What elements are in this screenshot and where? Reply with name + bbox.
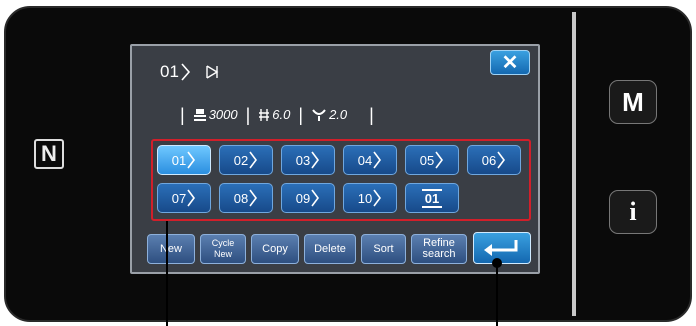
pattern-shape-icon [311,151,320,169]
stitch-pitch-icon [259,108,270,121]
close-button[interactable]: ✕ [490,50,530,75]
pattern-number: 05 [419,152,435,168]
refine-label-2: search [422,248,456,260]
pattern-number: 08 [233,190,249,206]
pattern-number: 01 [171,152,187,168]
refine-search-button[interactable]: Refine search [411,234,467,264]
info-button-label: i [629,197,637,226]
cycle-new-label-1: Cycle [211,238,235,248]
pattern-label: 06 [482,151,506,169]
separator: | [298,104,304,125]
delete-button-label: Delete [314,242,346,255]
pattern-number: 07 [171,190,187,206]
tension-value: 2.0 [329,107,348,122]
pattern-number: 06 [481,152,497,168]
cycle-pattern-number: 01 [424,190,440,206]
pattern-label: 04 [358,151,382,169]
pattern-shape-icon [497,151,506,169]
enter-button[interactable] [473,232,531,264]
pattern-number: 09 [295,190,311,206]
current-pattern: 01 [160,62,191,82]
pattern-label: 08 [234,189,258,207]
pattern-button-10[interactable]: 10 [343,183,397,213]
enter-icon [484,240,518,256]
pattern-shape-icon [373,189,382,207]
pitch-value: 6.0 [272,107,291,122]
pattern-button-01[interactable]: 01 [157,145,211,175]
cycle-new-button[interactable]: Cycle New [200,234,246,264]
pattern-button-02[interactable]: 02 [219,145,273,175]
current-pattern-number: 01 [160,62,179,81]
pattern-button-09[interactable]: 09 [281,183,335,213]
pattern-shape-icon [181,63,190,81]
new-button[interactable]: New [147,234,195,264]
cycle-pattern-label: 01 [421,188,443,208]
pattern-shape-icon [373,151,382,169]
pattern-button-04[interactable]: 04 [343,145,397,175]
pattern-number: 02 [233,152,249,168]
separator: | [369,104,374,125]
pattern-shape-icon [311,189,320,207]
tension-param: 2.0 [311,107,347,122]
pattern-shape-icon [187,151,196,169]
callout-line-enter [496,262,498,326]
nfc-label: N [41,141,57,166]
pattern-number: 10 [357,190,373,206]
bezel-divider [572,12,576,316]
copy-button[interactable]: Copy [251,234,299,264]
separator: | [180,104,185,125]
pattern-number: 04 [357,152,373,168]
pattern-shape-icon [249,189,258,207]
pattern-shape-icon [435,151,444,169]
separator: | [245,104,251,125]
delete-button[interactable]: Delete [304,234,356,264]
bartack-icon [206,65,219,79]
pattern-button-06[interactable]: 06 [467,145,521,175]
pattern-button-07[interactable]: 07 [157,183,211,213]
pattern-button-08[interactable]: 08 [219,183,273,213]
sewing-speed-icon [193,108,206,121]
pattern-number: 03 [295,152,311,168]
pattern-label: 02 [234,151,258,169]
new-button-label: New [159,242,182,255]
pattern-label: 05 [420,151,444,169]
sort-button[interactable]: Sort [361,234,406,264]
pattern-parameters: | 3000 | 6.0 | 2.0 | [180,104,374,125]
pattern-button-05[interactable]: 05 [405,145,459,175]
pattern-shape-icon [187,189,196,207]
callout-line-grid [166,221,168,326]
pattern-label: 10 [358,189,382,207]
thread-tension-icon [312,108,326,121]
pattern-label: 07 [172,189,196,207]
speed-param: 3000 [193,107,238,122]
sort-button-label: Sort [373,242,394,255]
pattern-shape-icon [249,151,258,169]
pattern-label: 01 [172,151,196,169]
pattern-label: 09 [296,189,320,207]
pitch-param: 6.0 [258,107,290,122]
copy-button-label: Copy [262,242,288,255]
nfc-icon: N [34,139,64,169]
callout-dot-enter [492,258,502,268]
speed-value: 3000 [208,107,238,122]
mode-button-label: M [622,86,644,117]
info-button[interactable]: i [609,190,657,234]
current-pattern-header: 01 [160,62,219,82]
close-icon: ✕ [501,52,519,74]
mode-button[interactable]: M [609,80,657,124]
pattern-label: 03 [296,151,320,169]
cycle-new-label-2: New [213,249,232,259]
pattern-button-03[interactable]: 03 [281,145,335,175]
cycle-pattern-button-01[interactable]: 01 [405,183,459,213]
